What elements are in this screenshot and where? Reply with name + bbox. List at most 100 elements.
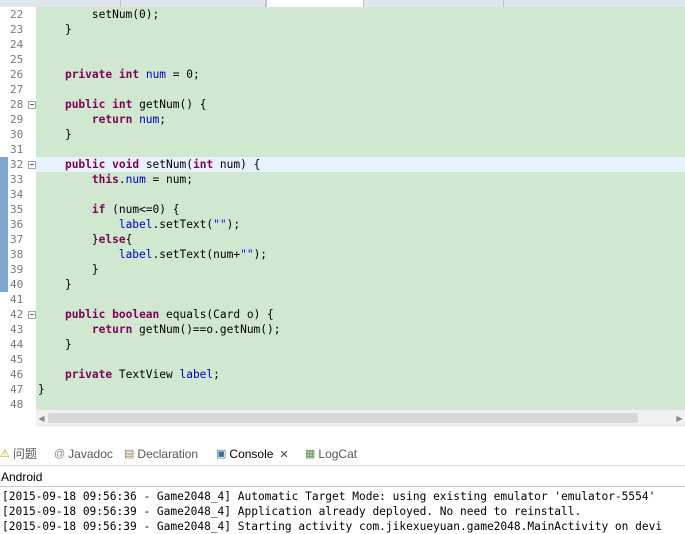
code-line[interactable]: 23 } xyxy=(0,22,685,37)
code-line-background xyxy=(36,187,685,202)
code-line-background xyxy=(36,52,685,67)
code-line[interactable]: 34 xyxy=(0,187,685,202)
code-line[interactable]: 24 xyxy=(0,37,685,52)
editor-tab[interactable] xyxy=(0,0,121,7)
code-line[interactable]: 26 private int num = 0; xyxy=(0,67,685,82)
editor-tab[interactable] xyxy=(120,0,266,7)
line-number: 22 xyxy=(10,8,24,21)
code-line[interactable]: 33 this.num = num; xyxy=(0,172,685,187)
code-line[interactable]: 40 } xyxy=(0,277,685,292)
code-token: = 0; xyxy=(166,68,200,81)
console-line: [2015-09-18 09:56:36 - Game2048_4] Autom… xyxy=(2,490,656,503)
editor-tab-active[interactable] xyxy=(266,0,364,7)
line-number: 37 xyxy=(10,233,24,246)
fold-collapse-icon[interactable] xyxy=(28,311,36,319)
tab-label: Javadoc xyxy=(68,447,113,461)
keyword-token: private xyxy=(64,68,113,81)
code-line[interactable]: 36 label.setText(""); xyxy=(0,217,685,232)
fold-collapse-icon[interactable] xyxy=(28,101,36,109)
console-output[interactable]: [2015-09-18 09:56:36 - Game2048_4] Autom… xyxy=(0,486,685,533)
code-line-background xyxy=(36,82,685,97)
code-line[interactable]: 45 xyxy=(0,352,685,367)
code-line[interactable]: 41 xyxy=(0,292,685,307)
line-number: 27 xyxy=(10,83,24,96)
code-text: }else{ xyxy=(38,232,132,247)
tab-console[interactable]: ▣ Console ✕ xyxy=(212,444,293,465)
code-token: equals(Card o) { xyxy=(159,308,274,321)
field-token: label xyxy=(118,218,153,231)
console-title: Android xyxy=(1,470,43,484)
code-token: setNum( xyxy=(139,158,193,171)
tab-declaration[interactable]: ▤ Declaration xyxy=(124,444,198,465)
line-number: 28 xyxy=(10,98,24,111)
code-line-background xyxy=(36,352,685,367)
code-token: ; xyxy=(213,368,220,381)
code-line[interactable]: 27 xyxy=(0,82,685,97)
declaration-icon: ▤ xyxy=(124,448,135,461)
editor-tab[interactable] xyxy=(504,0,685,7)
code-editor[interactable]: 22 setNum(0); 23 } 24 25 26 private int num … xyxy=(0,7,685,411)
tab-label: 问题 xyxy=(12,447,37,461)
code-line-background xyxy=(36,37,685,52)
code-text: } xyxy=(38,127,72,142)
code-token: TextView xyxy=(112,368,180,381)
code-line[interactable]: 31 xyxy=(0,142,685,157)
logcat-icon: ▦ xyxy=(305,448,316,461)
code-line[interactable]: 22 setNum(0); xyxy=(0,7,685,22)
line-number: 25 xyxy=(10,53,24,66)
fold-collapse-icon[interactable] xyxy=(28,161,36,169)
horizontal-scrollbar[interactable]: ◀ ▶ xyxy=(36,409,685,427)
code-line[interactable]: 30 } xyxy=(0,127,685,142)
scroll-left-icon[interactable]: ◀ xyxy=(36,413,47,424)
close-icon[interactable]: ✕ xyxy=(279,449,288,461)
code-line[interactable]: 29 return num; xyxy=(0,112,685,127)
scrollbar-thumb[interactable] xyxy=(48,413,638,423)
keyword-token: int xyxy=(112,98,133,111)
code-line[interactable]: 47} xyxy=(0,382,685,397)
code-token: .setText(num+ xyxy=(152,248,241,261)
line-number: 45 xyxy=(10,353,24,366)
code-token: num) { xyxy=(213,158,261,171)
code-line[interactable]: 25 xyxy=(0,52,685,67)
code-line[interactable]: 32 public void setNum(int num) { xyxy=(0,157,685,172)
line-number: 38 xyxy=(10,248,24,261)
line-number: 43 xyxy=(10,323,24,336)
code-line-background xyxy=(36,292,685,307)
code-line[interactable]: 46 private TextView label; xyxy=(0,367,685,382)
code-token: ); xyxy=(253,248,268,261)
scroll-right-icon[interactable]: ▶ xyxy=(674,413,685,424)
console-line: [2015-09-18 09:56:39 - Game2048_4] Appli… xyxy=(2,505,582,518)
tab-javadoc[interactable]: @ Javadoc xyxy=(54,444,113,465)
code-text: public boolean equals(Card o) { xyxy=(38,307,274,322)
keyword-token: else xyxy=(98,233,126,246)
line-number: 46 xyxy=(10,368,24,381)
tab-logcat[interactable]: ▦ LogCat xyxy=(305,444,357,465)
field-token: label xyxy=(118,248,153,261)
code-token: } xyxy=(38,383,45,396)
code-line-background xyxy=(36,337,685,352)
code-line[interactable]: 35 if (num<=0) { xyxy=(0,202,685,217)
code-line[interactable]: 37 }else{ xyxy=(0,232,685,247)
code-text: setNum(0); xyxy=(38,7,159,22)
code-text: label.setText(""); xyxy=(38,217,240,232)
code-line[interactable]: 39 } xyxy=(0,262,685,277)
code-line[interactable]: 42 public boolean equals(Card o) { xyxy=(0,307,685,322)
code-token: = num; xyxy=(145,173,193,186)
keyword-token: public xyxy=(64,308,106,321)
editor-tab[interactable] xyxy=(363,0,504,7)
code-line-background xyxy=(36,232,685,247)
code-line[interactable]: 44 } xyxy=(0,337,685,352)
field-token: label xyxy=(179,368,214,381)
code-line[interactable]: 28 public int getNum() { xyxy=(0,97,685,112)
tab-problems[interactable]: ⚠ 问题 xyxy=(0,444,37,465)
line-number: 39 xyxy=(10,263,24,276)
code-line[interactable]: 38 label.setText(num+""); xyxy=(0,247,685,262)
code-line-background xyxy=(36,22,685,37)
code-line[interactable]: 43 return getNum()==o.getNum(); xyxy=(0,322,685,337)
